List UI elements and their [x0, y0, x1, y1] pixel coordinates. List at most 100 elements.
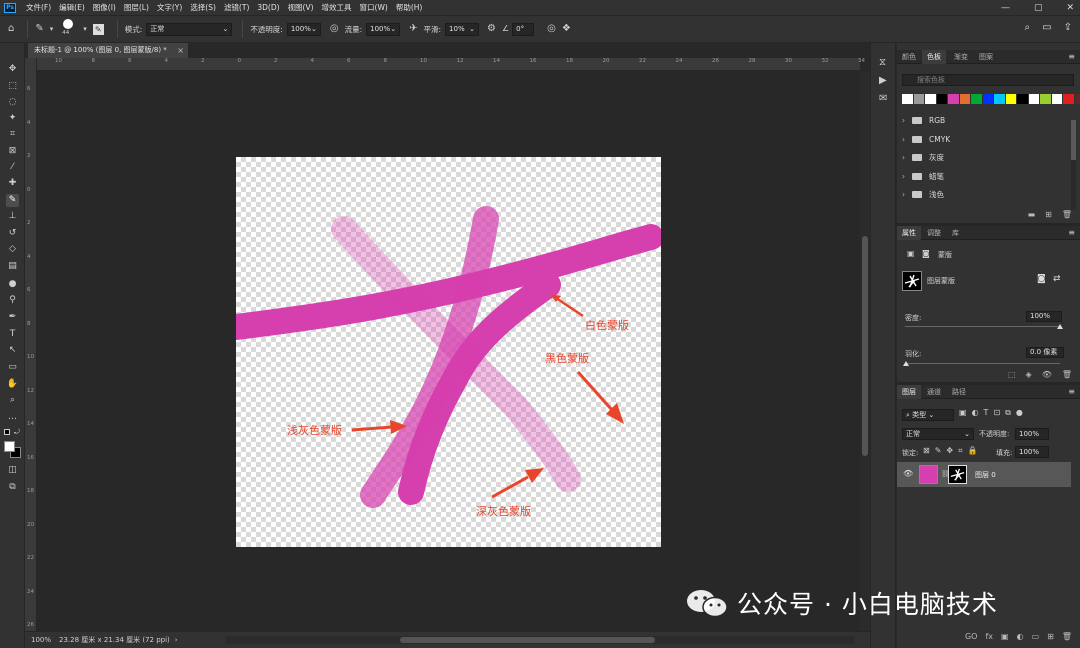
- lock-pixels-icon[interactable]: ✎: [935, 446, 942, 456]
- blend-mode-select[interactable]: 正常 ⌄: [902, 428, 974, 440]
- color-swatch[interactable]: [936, 94, 947, 104]
- color-swatch[interactable]: [1074, 94, 1080, 104]
- history-icon[interactable]: ⧖: [879, 57, 886, 68]
- swatch-group-pastel[interactable]: › 蜡笔: [902, 167, 1067, 185]
- swatch-group-label: 蜡笔: [929, 171, 944, 181]
- color-swatch[interactable]: [1051, 94, 1062, 104]
- play-icon[interactable]: ▶: [879, 75, 887, 86]
- eye-icon[interactable]: 👁: [1042, 370, 1052, 379]
- tab-libraries[interactable]: 库: [947, 226, 964, 240]
- tab-patterns[interactable]: 图案: [974, 50, 998, 64]
- tab-paths[interactable]: 路径: [947, 385, 971, 399]
- zoom-level[interactable]: 100%: [31, 636, 51, 644]
- layer-mask-thumbnail[interactable]: [902, 271, 922, 291]
- folder-icon: [912, 190, 922, 198]
- color-swatch[interactable]: [982, 94, 993, 104]
- status-bar: 100% 23.28 厘米 x 21.34 厘米 (72 ppi) ›: [25, 631, 870, 648]
- lock-position-icon[interactable]: ✥: [946, 446, 953, 456]
- layer-filter-select[interactable]: ⌕ 类型 ⌄: [902, 409, 954, 421]
- scrollbar-thumb[interactable]: [400, 637, 655, 643]
- fill-input[interactable]: 100%: [1015, 446, 1049, 458]
- layer-mask-label: 图层蒙版: [927, 277, 955, 285]
- horizontal-scrollbar[interactable]: [225, 636, 855, 644]
- scrollbar-thumb[interactable]: [1071, 120, 1076, 160]
- color-swatch[interactable]: [1017, 94, 1028, 104]
- tab-gradients[interactable]: 渐变: [949, 50, 973, 64]
- layer-thumbnail[interactable]: [919, 465, 938, 484]
- color-swatch[interactable]: [913, 94, 924, 104]
- new-group-icon[interactable]: ▬: [1028, 210, 1036, 219]
- feather-slider-knob[interactable]: [903, 361, 909, 366]
- vector-mask-icon[interactable]: ◙: [922, 249, 930, 258]
- swatch-search-input[interactable]: 搜索色板: [902, 74, 1074, 86]
- trash-icon[interactable]: 🗑: [1062, 370, 1072, 379]
- apply-mask-icon[interactable]: ◙: [1037, 274, 1046, 284]
- tab-layers[interactable]: 图层: [897, 385, 921, 399]
- lock-all-icon[interactable]: 🔒: [968, 446, 978, 456]
- smart-object-filter-icon[interactable]: ⧉: [1005, 408, 1011, 418]
- density-slider[interactable]: [905, 326, 1060, 327]
- eye-icon[interactable]: 👁: [903, 469, 913, 478]
- layer-row[interactable]: 👁 ⛓ 图层 0: [897, 462, 1071, 487]
- panel-menu-icon[interactable]: ≡: [1068, 385, 1075, 399]
- color-swatch[interactable]: [948, 94, 959, 104]
- tab-color[interactable]: 颜色: [897, 50, 921, 64]
- tab-swatches[interactable]: 色板: [922, 50, 946, 64]
- swatch-group-cmyk[interactable]: › CMYK: [902, 130, 1067, 148]
- tab-channels[interactable]: 通道: [922, 385, 946, 399]
- panel-menu-icon[interactable]: ≡: [1068, 50, 1075, 64]
- color-swatch[interactable]: [1028, 94, 1039, 104]
- shape-filter-icon[interactable]: ⊡: [993, 408, 1000, 418]
- load-selection-icon[interactable]: ⬚: [1008, 370, 1016, 379]
- color-swatch[interactable]: [925, 94, 936, 104]
- tab-adjustments[interactable]: 调整: [922, 226, 946, 240]
- new-group-icon[interactable]: ▭: [1032, 632, 1040, 641]
- chevron-right-icon[interactable]: ›: [175, 636, 178, 644]
- trash-icon[interactable]: 🗑: [1062, 210, 1072, 219]
- fx-icon[interactable]: fx: [985, 632, 993, 641]
- scrollbar-thumb[interactable]: [862, 236, 868, 456]
- adjustment-filter-icon[interactable]: ◐: [972, 408, 979, 418]
- document-size: 23.28 厘米 x 21.34 厘米 (72 ppi): [59, 636, 170, 644]
- arrow-light-gray-mask: [351, 420, 407, 434]
- mask-link-icon[interactable]: ⇄: [1053, 274, 1061, 284]
- color-swatch[interactable]: [1063, 94, 1074, 104]
- color-swatch[interactable]: [902, 94, 913, 104]
- vertical-scrollbar[interactable]: [860, 71, 870, 631]
- feather-slider[interactable]: [905, 363, 1060, 364]
- type-filter-icon[interactable]: T: [984, 408, 989, 418]
- lock-artboard-icon[interactable]: ⌗: [958, 446, 963, 456]
- color-swatch[interactable]: [959, 94, 970, 104]
- add-mask-icon[interactable]: ▣: [1001, 632, 1009, 641]
- pixel-filter-icon[interactable]: ▣: [959, 408, 967, 418]
- layer-mask-thumbnail[interactable]: [948, 465, 967, 484]
- new-layer-icon[interactable]: ⊞: [1047, 632, 1054, 641]
- new-swatch-icon[interactable]: ⊞: [1045, 210, 1052, 219]
- folder-icon: [912, 116, 922, 124]
- color-swatch[interactable]: [1005, 94, 1016, 104]
- tab-properties[interactable]: 属性: [897, 226, 921, 240]
- panel-icon-strip: ⧖ ▶ ✉: [870, 43, 896, 648]
- color-swatch[interactable]: [1040, 94, 1051, 104]
- lock-transparency-icon[interactable]: ⊠: [923, 446, 930, 456]
- color-swatch[interactable]: [994, 94, 1005, 104]
- chevron-down-icon: ⌄: [964, 430, 970, 438]
- adjustment-layer-icon[interactable]: ◐: [1017, 632, 1024, 641]
- swatch-group-grayscale[interactable]: › 灰度: [902, 148, 1067, 166]
- feather-input[interactable]: 0.0 像素: [1026, 347, 1064, 358]
- density-input[interactable]: 100%: [1026, 311, 1062, 322]
- filter-toggle-icon[interactable]: ●: [1016, 408, 1023, 418]
- layer-opacity-input[interactable]: 100%: [1015, 428, 1049, 440]
- apply-icon[interactable]: ◈: [1026, 370, 1032, 379]
- link-layers-icon[interactable]: GO: [965, 632, 978, 641]
- swatch-group-light[interactable]: › 浅色: [902, 185, 1067, 203]
- density-slider-knob[interactable]: [1057, 324, 1063, 329]
- trash-icon[interactable]: 🗑: [1062, 632, 1072, 641]
- comment-icon[interactable]: ✉: [879, 93, 887, 104]
- properties-panel-tabs: 属性 调整 库 ≡: [897, 226, 1080, 240]
- swatch-scrollbar[interactable]: [1071, 120, 1076, 210]
- swatch-group-rgb[interactable]: › RGB: [902, 111, 1067, 129]
- color-swatch[interactable]: [971, 94, 982, 104]
- panel-menu-icon[interactable]: ≡: [1068, 226, 1075, 240]
- pixel-mask-icon[interactable]: ▣: [907, 249, 915, 258]
